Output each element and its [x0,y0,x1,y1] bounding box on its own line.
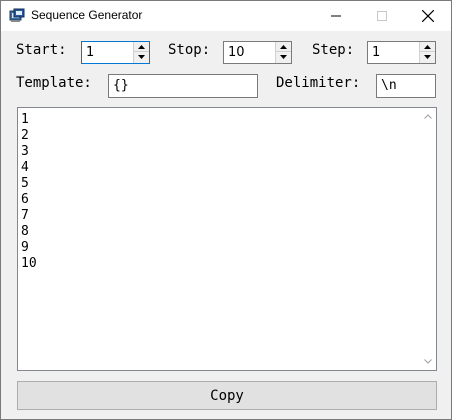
scroll-up-button[interactable] [419,108,436,125]
output-textarea[interactable]: 1 2 3 4 5 6 7 8 9 10 [17,107,437,371]
output-lines: 1 2 3 4 5 6 7 8 9 10 [21,112,37,272]
output-line: 3 [21,144,29,159]
output-line: 6 [21,192,29,207]
stop-decrement-button[interactable] [276,52,291,62]
arrow-down-icon [280,55,287,59]
scroll-down-button[interactable] [419,353,436,370]
output-line: 10 [21,256,37,271]
output-line: 7 [21,208,29,223]
start-label: Start: [16,42,67,58]
output-line: 1 [21,112,29,127]
output-line: 5 [21,176,29,191]
arrow-down-icon [138,55,145,59]
output-line: 2 [21,128,29,143]
window-title: Sequence Generator [31,8,143,22]
output-line: 4 [21,160,29,175]
app-window: Sequence Generator Start: 1 Stop: 10 Ste… [0,0,452,420]
stop-label: Stop: [168,42,211,58]
delimiter-value[interactable]: \n [381,78,397,93]
start-spin-arrows [133,42,149,63]
stop-increment-button[interactable] [276,42,291,52]
step-spinbox[interactable]: 1 [367,41,436,64]
step-spin-arrows [419,42,435,63]
maximize-icon [377,11,387,21]
minimize-icon [331,15,341,17]
step-value[interactable]: 1 [372,45,380,60]
chevron-up-icon [423,114,432,119]
chevron-down-icon [423,359,432,364]
start-increment-button[interactable] [134,42,149,52]
template-input[interactable]: {} [108,74,258,98]
arrow-up-icon [280,44,287,49]
delimiter-input[interactable]: \n [376,74,436,98]
output-line: 8 [21,224,29,239]
start-value[interactable]: 1 [86,45,94,60]
step-label: Step: [312,42,355,58]
stop-spin-arrows [275,42,291,63]
arrow-up-icon [138,44,145,49]
template-value[interactable]: {} [113,78,129,93]
copy-button[interactable]: Copy [17,381,437,410]
close-button[interactable] [405,1,451,31]
delimiter-label: Delimiter: [276,75,361,91]
start-spinbox[interactable]: 1 [81,41,150,64]
title-bar[interactable]: Sequence Generator [1,1,451,31]
arrow-up-icon [424,44,431,49]
stop-spinbox[interactable]: 10 [223,41,292,64]
output-line: 9 [21,240,29,255]
maximize-button[interactable] [359,1,405,31]
start-decrement-button[interactable] [134,52,149,62]
step-decrement-button[interactable] [420,52,435,62]
close-icon [422,10,434,22]
app-icon [9,8,25,24]
arrow-down-icon [424,55,431,59]
vertical-scrollbar[interactable] [419,108,436,370]
minimize-button[interactable] [313,1,359,31]
stop-value[interactable]: 10 [228,45,245,60]
step-increment-button[interactable] [420,42,435,52]
template-label: Template: [16,75,92,91]
